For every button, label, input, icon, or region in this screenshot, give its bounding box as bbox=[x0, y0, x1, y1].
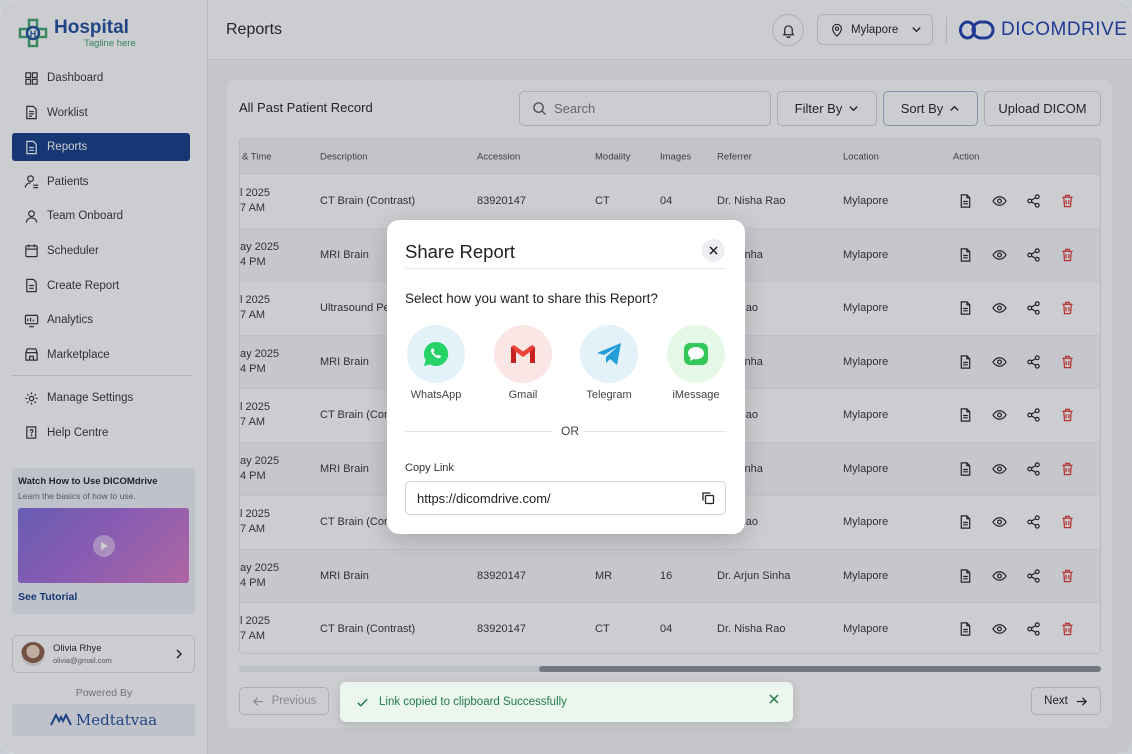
modal-divider bbox=[405, 268, 726, 269]
imessage-icon-circle bbox=[667, 325, 725, 383]
telegram-icon bbox=[597, 343, 621, 365]
or-text: OR bbox=[557, 424, 583, 438]
copy-link-field[interactable]: https://dicomdrive.com/ bbox=[405, 481, 726, 515]
close-icon bbox=[709, 246, 718, 255]
copy-icon[interactable] bbox=[701, 491, 715, 505]
or-line-left bbox=[405, 431, 553, 432]
share-option-label: Telegram bbox=[586, 389, 632, 401]
whatsapp-icon bbox=[423, 341, 449, 366]
copy-link-value: https://dicomdrive.com/ bbox=[417, 490, 551, 506]
share-gmail-button[interactable]: Gmail bbox=[494, 325, 552, 401]
imessage-icon bbox=[684, 343, 708, 365]
or-line-right bbox=[583, 431, 726, 432]
close-button[interactable] bbox=[702, 239, 725, 262]
share-imessage-button[interactable]: iMessage bbox=[667, 325, 725, 401]
copy-link-label: Copy Link bbox=[405, 462, 454, 474]
success-toast: Link copied to clipboard Successfully bbox=[340, 682, 793, 722]
modal-subtitle: Select how you want to share this Report… bbox=[405, 291, 658, 306]
share-whatsapp-button[interactable]: WhatsApp bbox=[407, 325, 465, 401]
share-report-modal: Share Report Select how you want to shar… bbox=[387, 220, 745, 534]
telegram-icon-circle bbox=[580, 325, 638, 383]
app-window: H Hospital Tagline here Dashboard Workli… bbox=[0, 0, 1132, 754]
share-option-label: WhatsApp bbox=[410, 389, 462, 401]
share-telegram-button[interactable]: Telegram bbox=[580, 325, 638, 401]
check-icon bbox=[357, 698, 368, 707]
gmail-icon-circle bbox=[494, 325, 552, 383]
toast-message: Link copied to clipboard Successfully bbox=[379, 696, 567, 708]
share-option-label: Gmail bbox=[508, 389, 538, 401]
whatsapp-icon-circle bbox=[407, 325, 465, 383]
close-icon[interactable] bbox=[769, 694, 779, 704]
or-divider: OR bbox=[405, 424, 726, 440]
modal-title: Share Report bbox=[405, 241, 516, 262]
gmail-icon bbox=[511, 345, 535, 363]
share-option-label: iMessage bbox=[672, 389, 720, 401]
